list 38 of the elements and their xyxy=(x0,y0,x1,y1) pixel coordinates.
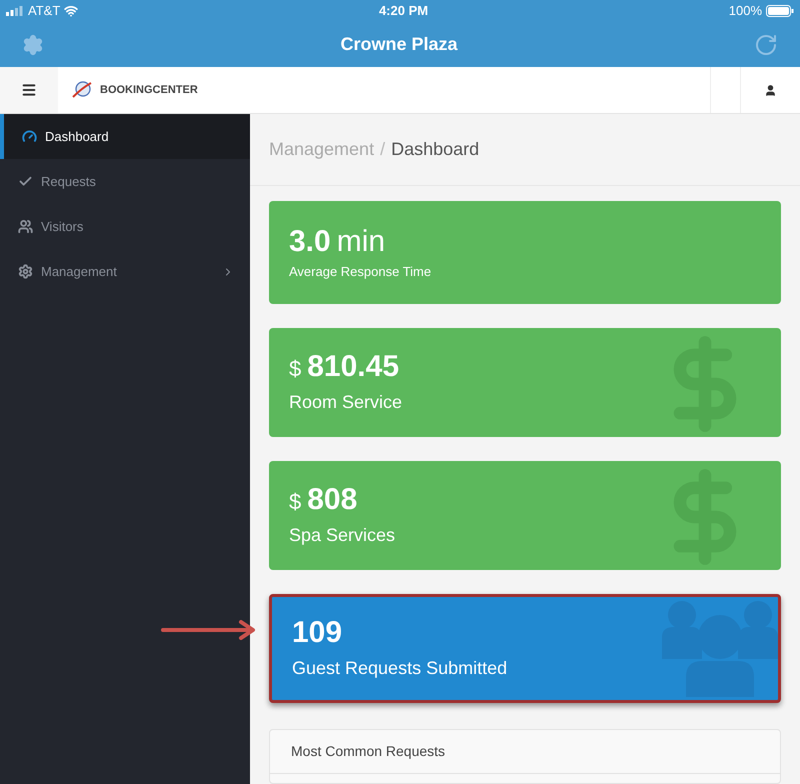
sidebar-item[interactable]: Dashboard xyxy=(0,114,250,159)
currency-sign: $ xyxy=(289,488,302,516)
stat-label: Room Service xyxy=(289,391,404,414)
window-title: Crowne Plaza xyxy=(340,33,458,56)
stat-value: 810.45 xyxy=(307,348,400,385)
stat-value: 808 xyxy=(307,482,358,518)
sidebar-item[interactable]: Visitors xyxy=(0,204,250,249)
breadcrumb-item: Dashboard xyxy=(391,138,480,161)
sidebar-item[interactable]: Management xyxy=(0,249,250,294)
arrow-icon xyxy=(161,620,257,640)
panel-title: Most Common Requests xyxy=(291,742,446,761)
wifi-icon xyxy=(64,4,78,18)
signal-icon xyxy=(6,6,24,16)
currency-sign: $ xyxy=(289,354,302,383)
clock-text: 4:20 PM xyxy=(378,2,428,20)
menu-toggle-button[interactable] xyxy=(0,67,58,113)
gauge-icon xyxy=(22,129,37,144)
stat-label: Spa Services xyxy=(289,524,396,548)
refresh-icon xyxy=(754,32,778,56)
brand-name: BOOKINGCENTER xyxy=(100,82,198,98)
stat-value: 109 xyxy=(292,614,342,651)
globe-logo-icon xyxy=(72,80,92,100)
stat-unit: min xyxy=(336,224,386,260)
users-icon xyxy=(18,219,33,234)
stat-label: Average Response Time xyxy=(289,263,432,282)
breadcrumb-separator: / xyxy=(380,138,386,161)
menu-icon xyxy=(21,82,37,98)
battery-icon xyxy=(766,5,794,17)
battery-text: 100% xyxy=(728,2,762,20)
sidebar-item[interactable]: Requests xyxy=(0,159,250,204)
user-icon xyxy=(764,84,777,96)
carrier-text: AT&T xyxy=(28,2,60,20)
gear-icon xyxy=(18,264,33,279)
settings-icon xyxy=(22,34,44,56)
refresh-button[interactable] xyxy=(754,32,778,56)
stat-value: 3.0 xyxy=(289,224,331,260)
settings-button[interactable] xyxy=(22,34,44,56)
stat-label: Guest Requests Submitted xyxy=(292,657,508,680)
